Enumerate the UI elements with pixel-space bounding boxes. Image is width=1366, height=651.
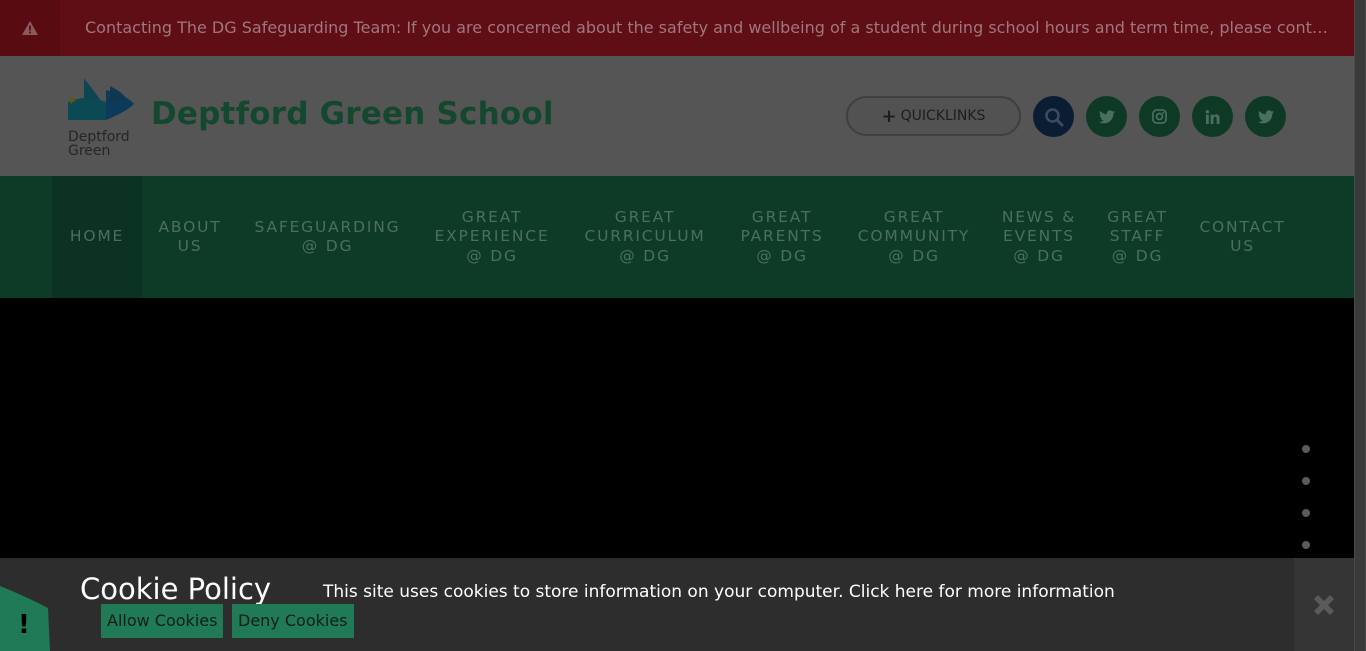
instagram-button[interactable] (1139, 96, 1180, 137)
nav-item-label: GREAT PARENTS @ DG (740, 207, 824, 265)
quicklinks-button[interactable]: + QUICKLINKS (846, 96, 1021, 136)
cookie-banner: Cookie Policy This site uses cookies to … (0, 558, 1354, 651)
linkedin-button[interactable] (1192, 96, 1233, 137)
alert-text[interactable]: Contacting The DG Safeguarding Team: If … (85, 0, 1330, 56)
alert-icon-box (0, 0, 60, 56)
page-scrollbar[interactable] (1354, 0, 1366, 651)
scrollbar-thumb[interactable] (1355, 0, 1365, 651)
close-icon (1314, 594, 1334, 615)
cookie-message-link[interactable]: This site uses cookies to store informat… (323, 582, 1115, 602)
nav-item-great-community[interactable]: GREAT COMMUNITY @ DG (841, 176, 987, 298)
alerts-tab[interactable]: ! (0, 586, 50, 651)
quicklinks-label: QUICKLINKS (900, 108, 986, 124)
slide-dot-1[interactable] (1302, 445, 1310, 453)
allow-cookies-button[interactable]: Allow Cookies (101, 604, 224, 638)
school-name[interactable]: Deptford Green School (151, 96, 554, 132)
safeguarding-alert-banner[interactable]: Contacting The DG Safeguarding Team: If … (0, 0, 1354, 56)
nav-item-label: GREAT CURRICULUM @ DG (584, 207, 706, 265)
nav-item-label: ABOUT US (158, 217, 222, 256)
twitter-button-secondary[interactable] (1245, 96, 1286, 137)
cookie-close-button[interactable] (1294, 558, 1354, 651)
nav-item-label: NEWS & EVENTS @ DG (1001, 207, 1077, 265)
nav-item-great-staff[interactable]: GREAT STAFF @ DG (1091, 176, 1184, 298)
nav-item-news-events[interactable]: NEWS & EVENTS @ DG (987, 176, 1091, 298)
slide-dot-4[interactable] (1302, 541, 1310, 549)
linkedin-icon (1205, 109, 1220, 124)
nav-item-about-us[interactable]: ABOUT US (142, 176, 238, 298)
warning-icon (22, 21, 38, 35)
logo-text-line2: Green (68, 143, 110, 156)
site-header: Deptford Green Deptford Green School + Q… (0, 56, 1354, 176)
cookie-title: Cookie Policy (80, 572, 272, 606)
nav-item-label: CONTACT US (1199, 217, 1286, 256)
search-button[interactable] (1033, 96, 1074, 137)
slide-dot-3[interactable] (1302, 509, 1310, 517)
nav-item-great-parents[interactable]: GREAT PARENTS @ DG (723, 176, 841, 298)
nav-item-label: SAFEGUARDING @ DG (254, 217, 401, 256)
main-navigation: HOME ABOUT US SAFEGUARDING @ DG GREAT EX… (0, 176, 1354, 298)
quicklinks-plus-icon: + (881, 105, 897, 127)
nav-item-contact-us[interactable]: CONTACT US (1184, 176, 1301, 298)
twitter-icon (1098, 109, 1115, 123)
hero-slideshow (0, 298, 1354, 558)
nav-item-great-experience[interactable]: GREAT EXPERIENCE @ DG (417, 176, 567, 298)
instagram-icon (1152, 109, 1167, 124)
search-icon (1044, 107, 1063, 126)
nav-item-home[interactable]: HOME (52, 176, 142, 298)
nav-item-safeguarding[interactable]: SAFEGUARDING @ DG (238, 176, 417, 298)
nav-item-label: GREAT EXPERIENCE @ DG (434, 207, 550, 265)
deny-cookies-button[interactable]: Deny Cookies (232, 604, 354, 638)
nav-item-great-curriculum[interactable]: GREAT CURRICULUM @ DG (567, 176, 723, 298)
school-logo[interactable]: Deptford Green (66, 76, 138, 159)
twitter-icon (1257, 109, 1274, 123)
slide-dot-2[interactable] (1302, 477, 1310, 485)
exclamation-icon: ! (18, 610, 30, 640)
school-logo-mark: Deptford Green (68, 78, 134, 159)
nav-item-label: HOME (69, 227, 125, 246)
nav-item-label: GREAT STAFF @ DG (1107, 207, 1168, 265)
twitter-button[interactable] (1086, 96, 1127, 137)
nav-item-label: GREAT COMMUNITY @ DG (857, 207, 971, 265)
